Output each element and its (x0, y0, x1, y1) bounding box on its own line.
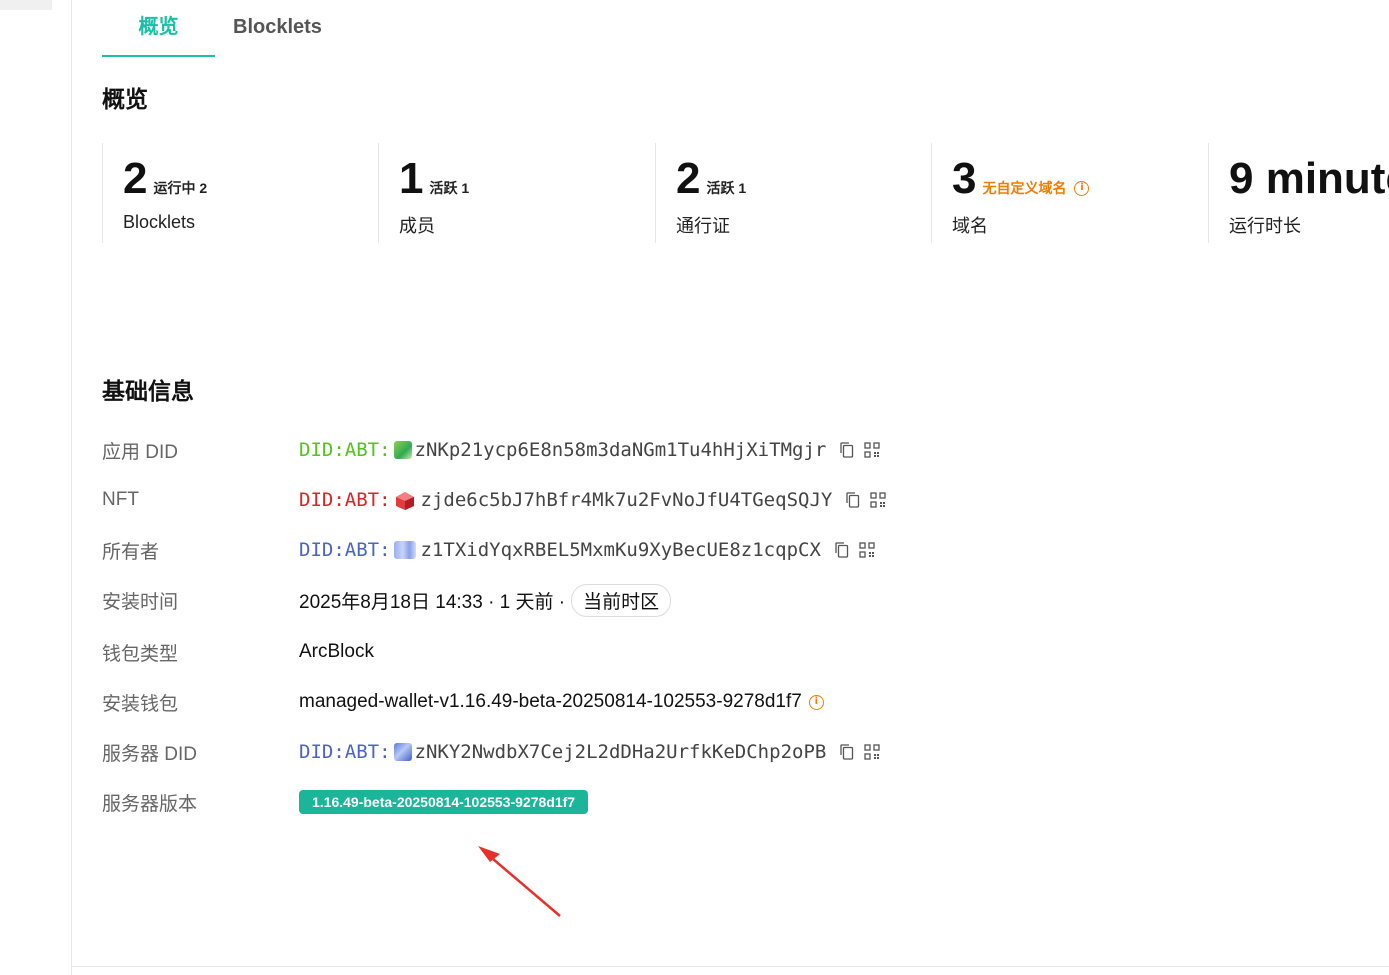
info-icon[interactable]: i (808, 694, 824, 710)
install-wallet-text: managed-wallet-v1.16.49-beta-20250814-10… (299, 691, 802, 712)
info-icon[interactable]: i (1074, 180, 1090, 196)
current-timezone-button[interactable]: 当前时区 (571, 583, 672, 617)
stat-sub: 活跃 1 (706, 180, 747, 196)
did-prefix: DID:ABT: (299, 439, 391, 461)
row-label: 钱包类型 (102, 643, 179, 665)
copy-icon[interactable] (846, 492, 860, 508)
annotation-arrow-icon (478, 846, 561, 917)
basic-info-heading: 基础信息 (102, 378, 194, 404)
did-avatar-icon (393, 491, 414, 510)
row-label: 服务器版本 (102, 793, 198, 815)
install-time-value: 2025年8月18日 14:33 · 1 天前 · 当前时区 (299, 583, 672, 617)
stat-label: 域名 (952, 216, 988, 236)
did-prefix: DID:ABT: (299, 741, 391, 763)
stat-blocklets[interactable]: 2 运行中 2 Blocklets (102, 143, 378, 243)
copy-icon[interactable] (840, 442, 854, 458)
stat-domains[interactable]: 3 无自定义域名 i 域名 (931, 143, 1208, 243)
owner-did-value[interactable]: DID:ABT: z1TXidYqxRBEL5MxmKu9XyBecUE8z1c… (299, 539, 875, 561)
row-wallet-type: 钱包类型 ArcBlock (102, 636, 1302, 668)
did-prefix: DID:ABT: (299, 539, 391, 561)
stat-label: 运行时长 (1229, 216, 1301, 236)
qrcode-icon[interactable] (859, 542, 875, 558)
stat-label: 成员 (399, 216, 435, 236)
install-wallet-value: managed-wallet-v1.16.49-beta-20250814-10… (299, 691, 824, 713)
stat-value: 2 (123, 154, 148, 203)
nft-did-value[interactable]: DID:ABT: zjde6c5bJ7hBfr4Mk7u2FvNoJfU4TGe… (299, 489, 886, 511)
row-nft: NFT DID:ABT: zjde6c5bJ7hBfr4Mk7u2FvNoJfU… (102, 484, 1302, 516)
server-version-badge: 1.16.49-beta-20250814-102553-9278d1f7 (299, 790, 589, 814)
app-did-value[interactable]: DID:ABT: zNKp21ycp6E8n58m3daNGm1Tu4hHjXi… (299, 439, 880, 461)
row-install-time: 安装时间 2025年8月18日 14:33 · 1 天前 · 当前时区 (102, 583, 1302, 617)
qrcode-icon[interactable] (870, 492, 886, 508)
tab-overview[interactable]: 概览 (102, 0, 215, 57)
row-server-version: 服务器版本 1.16.49-beta-20250814-102553-9278d… (102, 786, 1302, 818)
row-label: NFT (102, 489, 139, 510)
row-owner: 所有者 DID:ABT: z1TXidYqxRBEL5MxmKu9XyBecUE… (102, 534, 1302, 566)
stat-sub: 运行中 2 (153, 180, 208, 196)
did-address: zjde6c5bJ7hBfr4Mk7u2FvNoJfU4TGeqSQJY (420, 489, 833, 511)
stat-passports[interactable]: 2 活跃 1 通行证 (655, 143, 931, 243)
tab-blocklets[interactable]: Blocklets (215, 0, 340, 57)
row-label: 应用 DID (102, 441, 179, 463)
stat-members[interactable]: 1 活跃 1 成员 (378, 143, 655, 243)
row-label: 安装钱包 (102, 693, 179, 715)
server-did-value[interactable]: DID:ABT: zNKY2NwdbX7Cej2L2dDHa2UrfkKeDCh… (299, 741, 880, 763)
sidebar-stub (0, 0, 52, 10)
did-avatar-icon (393, 441, 412, 459)
stat-uptime[interactable]: 9 minute 运行时长 (1208, 143, 1389, 243)
row-install-wallet: 安装钱包 managed-wallet-v1.16.49-beta-202508… (102, 686, 1302, 718)
wallet-type-value: ArcBlock (299, 641, 374, 662)
stat-sub-warning: 无自定义域名 i (982, 178, 1090, 198)
stat-value: 3 (952, 154, 977, 203)
did-avatar-icon (393, 541, 416, 559)
stat-value: 9 minute (1229, 154, 1389, 203)
row-label: 安装时间 (102, 591, 179, 613)
did-avatar-icon (393, 743, 412, 761)
did-address: zNKp21ycp6E8n58m3daNGm1Tu4hHjXiTMgjr (414, 439, 827, 461)
stat-label: Blocklets (123, 212, 196, 232)
bottom-divider (72, 966, 1389, 967)
row-app-did: 应用 DID DID:ABT: zNKp21ycp6E8n58m3daNGm1T… (102, 434, 1302, 466)
did-address: z1TXidYqxRBEL5MxmKu9XyBecUE8z1cqpCX (420, 539, 821, 561)
stats-panel: 2 运行中 2 Blocklets 1 活跃 1 成员 2 活跃 1 通行证 3… (102, 143, 1389, 243)
overview-heading: 概览 (102, 86, 148, 112)
server-version-cell: 1.16.49-beta-20250814-102553-9278d1f7 (299, 790, 589, 814)
row-server-did: 服务器 DID DID:ABT: zNKY2NwdbX7Cej2L2dDHa2U… (102, 736, 1302, 768)
row-label: 所有者 (102, 541, 160, 563)
tab-bar: 概览 Blocklets (102, 0, 340, 57)
left-sidebar (0, 0, 72, 975)
stat-value: 1 (399, 154, 424, 203)
row-label: 服务器 DID (102, 743, 198, 765)
qrcode-icon[interactable] (864, 744, 880, 760)
install-time-text: 2025年8月18日 14:33 · 1 天前 · (299, 591, 566, 613)
stat-sub: 活跃 1 (429, 180, 470, 196)
stat-label: 通行证 (676, 216, 730, 236)
stat-value: 2 (676, 154, 701, 203)
did-prefix: DID:ABT: (299, 489, 391, 511)
stat-sub-text: 无自定义域名 (982, 180, 1067, 196)
copy-icon[interactable] (840, 744, 854, 760)
did-address: zNKY2NwdbX7Cej2L2dDHa2UrfkKeDChp2oPB (414, 741, 827, 763)
qrcode-icon[interactable] (864, 442, 880, 458)
copy-icon[interactable] (835, 542, 849, 558)
